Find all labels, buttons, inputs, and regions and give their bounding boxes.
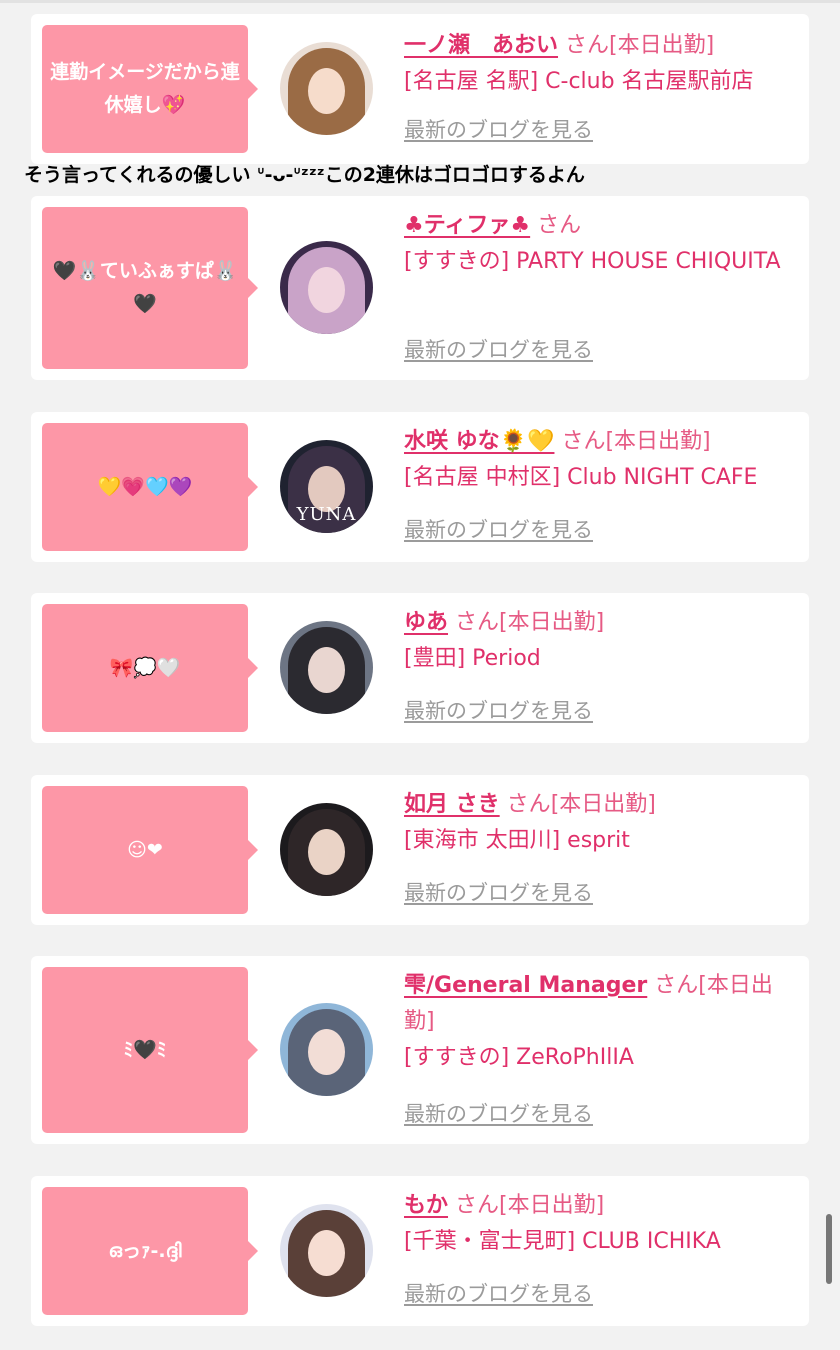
user-info: 水咲 ゆな🌻💛 さん[本日出勤] [名古屋 中村区] Club NIGHT CA…: [404, 424, 799, 542]
avatar[interactable]: [280, 241, 373, 334]
status-text: [本日出勤]: [550, 792, 656, 817]
honorific: さん: [561, 429, 606, 454]
user-card: 連勤イメージだから連休嬉し💖 一ノ瀬 あおい さん[本日出勤] [名古屋 名駅]…: [31, 14, 809, 164]
honorific: さん: [565, 33, 610, 58]
top-divider: [0, 0, 840, 3]
shop-text: [千葉・富士見町] CLUB ICHIKA: [404, 1229, 721, 1254]
user-info: 如月 さき さん[本日出勤] [東海市 太田川] esprit 最新のブログを見…: [404, 787, 799, 905]
message-bubble: 🎀💭🤍: [42, 604, 258, 732]
status-text: [本日出勤]: [499, 1193, 605, 1218]
user-name-link[interactable]: 水咲 ゆな🌻💛: [404, 429, 554, 454]
user-info: 雫/General Manager さん[本日出勤] [すすきの] ZeRoPh…: [404, 968, 799, 1126]
honorific: さん: [537, 213, 582, 238]
shop-text: [名古屋 中村区] Club NIGHT CAFE: [404, 465, 758, 490]
avatar[interactable]: [280, 621, 373, 714]
message-bubble: ﾐ🖤ﾐ: [42, 967, 258, 1133]
user-name-link[interactable]: ♣ティファ♣: [404, 213, 530, 238]
honorific: さん: [455, 1193, 500, 1218]
user-name-link[interactable]: もか: [404, 1193, 448, 1218]
honorific: さん: [506, 792, 551, 817]
avatar[interactable]: [280, 1003, 373, 1096]
message-bubble: ഒっｧ-.ദ്ദി: [42, 1187, 258, 1315]
avatar[interactable]: [280, 42, 373, 135]
user-info: 一ノ瀬 あおい さん[本日出勤] [名古屋 名駅] C-club 名古屋駅前店 …: [404, 28, 799, 142]
status-text: [本日出勤]: [609, 33, 715, 58]
latest-blog-link[interactable]: 最新のブログを見る: [404, 1276, 593, 1312]
user-name-link[interactable]: 一ノ瀬 あおい: [404, 33, 558, 58]
user-name-link[interactable]: ゆあ: [404, 610, 448, 635]
user-card: ﾐ🖤ﾐ 雫/General Manager さん[本日出勤] [すすきの] Ze…: [31, 956, 809, 1144]
user-card: 💛💗🩵💜 YUNA 水咲 ゆな🌻💛 さん[本日出勤] [名古屋 中村区] Clu…: [31, 412, 809, 562]
user-info: もか さん[本日出勤] [千葉・富士見町] CLUB ICHIKA 最新のブログ…: [404, 1188, 799, 1306]
honorific: さん: [654, 973, 699, 998]
honorific: さん: [455, 610, 500, 635]
user-card: 🎀💭🤍 ゆあ さん[本日出勤] [豊田] Period 最新のブログを見る: [31, 593, 809, 743]
avatar[interactable]: [280, 803, 373, 896]
latest-blog-link[interactable]: 最新のブログを見る: [404, 693, 593, 729]
shop-text: [すすきの] PARTY HOUSE CHIQUITA: [404, 249, 781, 274]
status-text: [本日出勤]: [499, 610, 605, 635]
latest-blog-link[interactable]: 最新のブログを見る: [404, 512, 593, 548]
user-card: ☺︎❤ 如月 さき さん[本日出勤] [東海市 太田川] esprit 最新のブ…: [31, 775, 809, 925]
shop-text: [豊田] Period: [404, 646, 541, 671]
user-card: 🖤🐰ていふぁすぱ🐰🖤 ♣ティファ♣ さん [すすきの] PARTY HOUSE …: [31, 196, 809, 380]
status-text: [本日出勤]: [605, 429, 711, 454]
message-bubble: 🖤🐰ていふぁすぱ🐰🖤: [42, 207, 258, 369]
user-info: ゆあ さん[本日出勤] [豊田] Period 最新のブログを見る: [404, 605, 799, 723]
latest-blog-link[interactable]: 最新のブログを見る: [404, 332, 593, 368]
latest-blog-link[interactable]: 最新のブログを見る: [404, 112, 593, 148]
message-bubble: ☺︎❤: [42, 786, 258, 914]
shop-text: [東海市 太田川] esprit: [404, 828, 630, 853]
avatar-text: YUNA: [296, 504, 357, 525]
latest-blog-link[interactable]: 最新のブログを見る: [404, 1096, 593, 1132]
avatar[interactable]: [280, 1204, 373, 1297]
avatar[interactable]: YUNA: [280, 440, 373, 533]
user-info: ♣ティファ♣ さん [すすきの] PARTY HOUSE CHIQUITA 最新…: [404, 208, 799, 362]
overlay-caption: そう言ってくれるの優しい ᐡ-ᴗ-ᐡᶻᶻᶻこの2連休はゴロゴロするよん: [24, 164, 585, 186]
scrollbar[interactable]: [826, 1214, 832, 1284]
message-bubble: 連勤イメージだから連休嬉し💖: [42, 25, 258, 153]
user-name-link[interactable]: 如月 さき: [404, 792, 500, 817]
shop-text: [すすきの] ZeRoPhIlIA: [404, 1045, 634, 1070]
message-bubble: 💛💗🩵💜: [42, 423, 258, 551]
user-name-link[interactable]: 雫/General Manager: [404, 973, 647, 998]
latest-blog-link[interactable]: 最新のブログを見る: [404, 875, 593, 911]
user-card: ഒっｧ-.ദ്ദി もか さん[本日出勤] [千葉・富士見町] CLUB ICH…: [31, 1176, 809, 1326]
shop-text: [名古屋 名駅] C-club 名古屋駅前店: [404, 69, 754, 94]
